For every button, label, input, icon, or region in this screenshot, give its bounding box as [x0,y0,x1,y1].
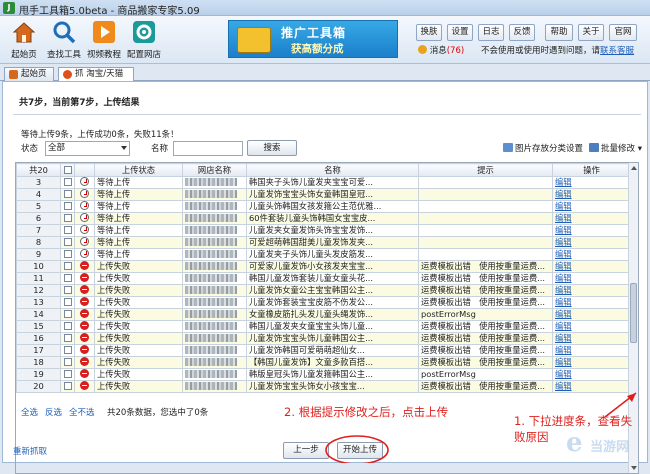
arrow-head-icon [627,393,636,402]
watermark-logo: e [566,428,583,458]
annotation-overlay [325,392,637,463]
annotation-step1-line2: 败原因 [514,430,549,444]
annotation-step1-line1: 1. 下拉进度条，查看失 [514,414,633,428]
highlight-circle [325,435,389,463]
annotation-step2: 2. 根据提示修改之后，点击上传 [284,405,449,419]
watermark-text: 当游网 [590,440,630,455]
scroll-down-arrow-icon[interactable] [631,466,637,470]
